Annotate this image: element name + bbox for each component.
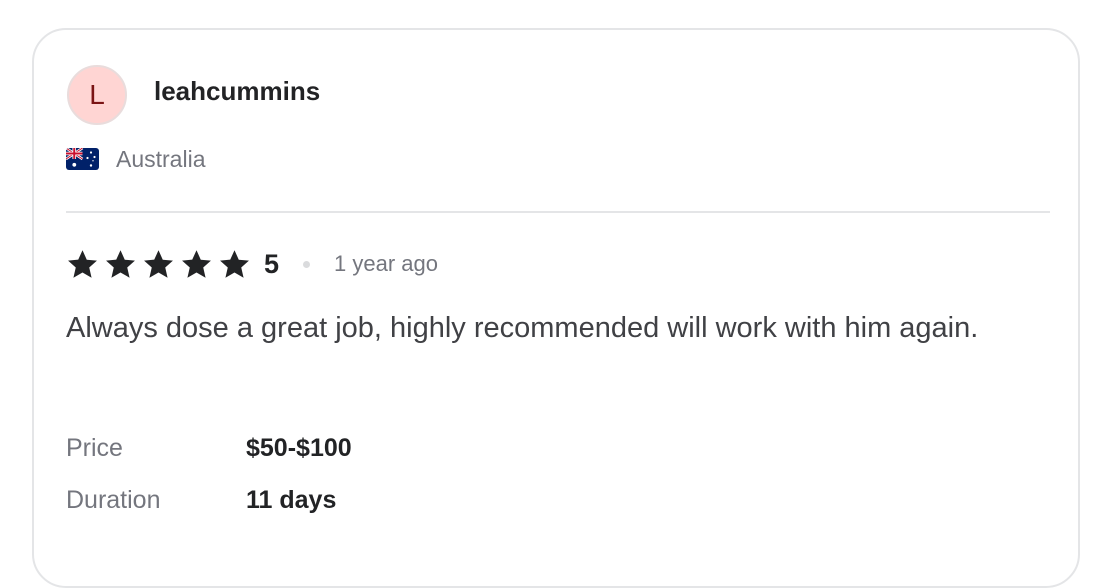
divider bbox=[66, 211, 1050, 213]
star-icon bbox=[220, 249, 249, 278]
price-label: Price bbox=[66, 434, 123, 462]
star-icon bbox=[68, 249, 97, 278]
review-text: Always dose a great job, highly recommen… bbox=[66, 312, 979, 344]
review-card: L leahcummins Australia 5 1 year ago Alw… bbox=[32, 28, 1080, 588]
star-icon bbox=[144, 249, 173, 278]
duration-label: Duration bbox=[66, 486, 161, 514]
reviewer-username[interactable]: leahcummins bbox=[154, 76, 320, 107]
avatar-initial: L bbox=[89, 79, 105, 110]
rating-row: 5 1 year ago bbox=[66, 244, 438, 284]
avatar[interactable]: L bbox=[67, 65, 127, 125]
review-time: 1 year ago bbox=[334, 251, 438, 276]
star-icon bbox=[106, 249, 135, 278]
reviewer-country: Australia bbox=[116, 146, 206, 172]
rating-value: 5 bbox=[264, 248, 280, 279]
separator-dot bbox=[303, 260, 311, 268]
australia-flag-icon bbox=[66, 148, 99, 170]
price-value: $50-$100 bbox=[246, 434, 352, 462]
star-icon bbox=[182, 249, 211, 278]
duration-value: 11 days bbox=[246, 486, 337, 514]
